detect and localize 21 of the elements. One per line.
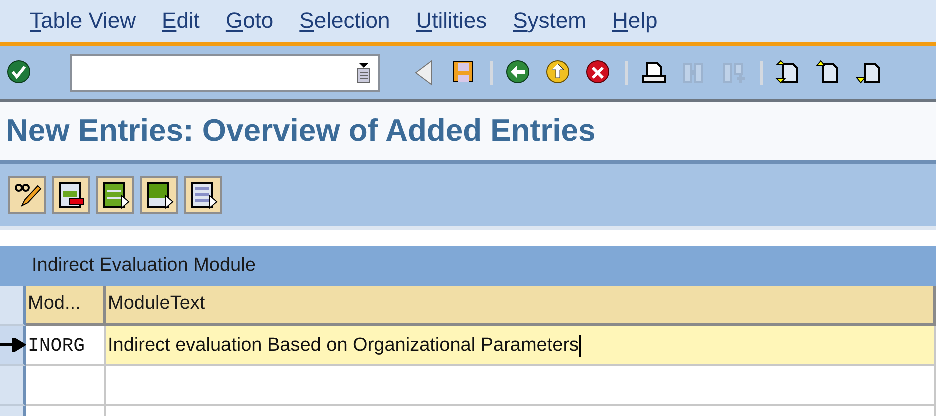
deselect-all-button[interactable] (184, 176, 222, 214)
select-all-button[interactable] (96, 176, 134, 214)
screen-title: New Entries: Overview of Added Entries (6, 112, 596, 150)
history-dropdown-icon[interactable] (356, 62, 372, 84)
glasses-pencil-button[interactable] (8, 176, 46, 214)
table-cell: Indirect evaluation Based on Organizational Parameters (106, 326, 936, 366)
table-title: Indirect Evaluation Module (0, 246, 936, 286)
menu-item[interactable]: Help (612, 10, 658, 32)
delete-row-button[interactable] (52, 176, 90, 214)
command-field[interactable] (70, 54, 380, 92)
menu-item[interactable]: System (513, 10, 586, 32)
menu-item[interactable]: Selection (300, 10, 390, 32)
menu-item[interactable]: Goto (226, 10, 274, 32)
header-selector-cell (0, 286, 26, 326)
row-selector[interactable] (0, 326, 26, 366)
menu-item[interactable]: Edit (162, 10, 200, 32)
column-header[interactable]: ModuleText (106, 286, 936, 326)
column-header[interactable]: Mod... (26, 286, 106, 326)
menu-item[interactable]: Table View (30, 10, 136, 32)
menu-item[interactable]: Utilities (416, 10, 488, 32)
select-block-button[interactable] (140, 176, 178, 214)
